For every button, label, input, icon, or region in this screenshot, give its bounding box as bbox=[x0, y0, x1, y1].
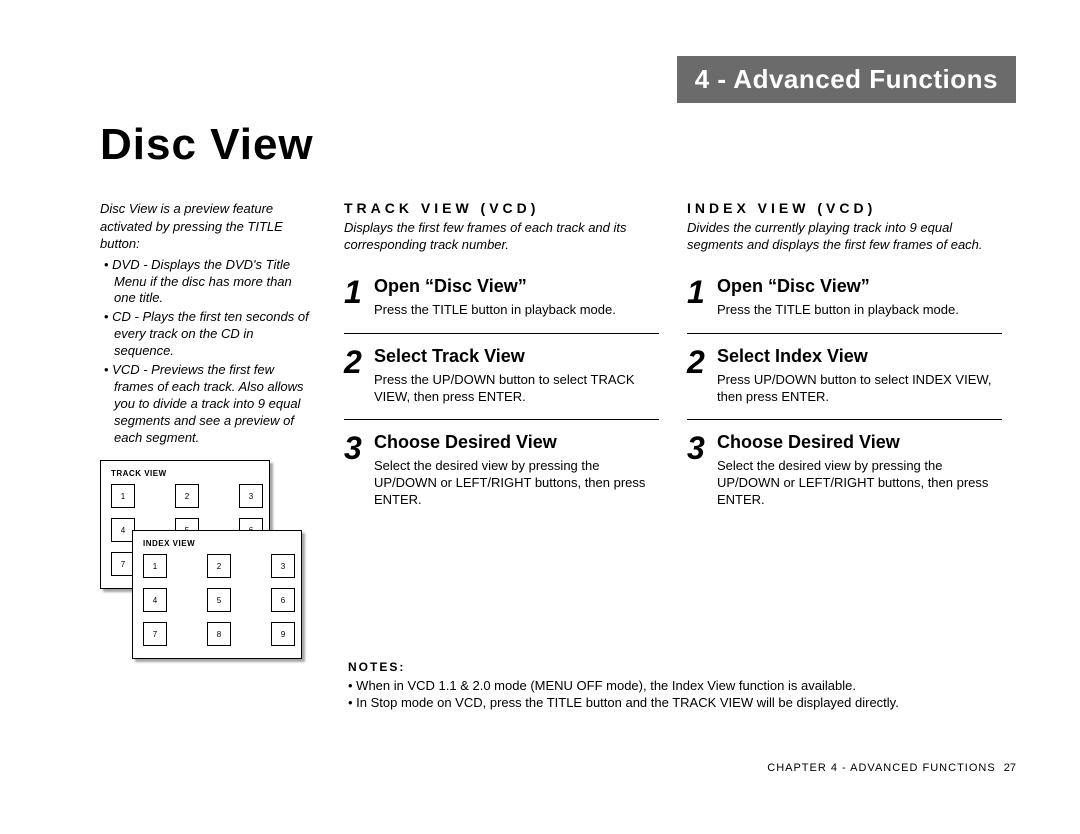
intro-bullet: VCD - Previews the first few frames of e… bbox=[104, 362, 312, 446]
step-title: Select Track View bbox=[374, 346, 659, 367]
left-column: Disc View is a preview feature activated… bbox=[100, 200, 330, 660]
grid-cell: 4 bbox=[143, 588, 167, 612]
diagram-wrap: TRACK VIEW 1 2 3 4 5 6 7 8 9 INDEX VIEW … bbox=[100, 460, 312, 660]
note-item: In Stop mode on VCD, press the TITLE but… bbox=[348, 695, 1016, 712]
grid-cell: 1 bbox=[111, 484, 135, 508]
step: 1 Open “Disc View” Press the TITLE butto… bbox=[344, 276, 659, 334]
track-view-column: TRACK VIEW (VCD) Displays the first few … bbox=[330, 200, 673, 660]
track-view-header: TRACK VIEW (VCD) bbox=[344, 200, 659, 216]
index-view-header: INDEX VIEW (VCD) bbox=[687, 200, 1002, 216]
step: 1 Open “Disc View” Press the TITLE butto… bbox=[687, 276, 1002, 334]
page-number: 27 bbox=[1004, 762, 1016, 774]
diagram-label-track: TRACK VIEW bbox=[111, 469, 259, 478]
notes-header: NOTES: bbox=[348, 660, 1016, 674]
step: 3 Choose Desired View Select the desired… bbox=[344, 432, 659, 509]
index-view-column: INDEX VIEW (VCD) Divides the currently p… bbox=[673, 200, 1016, 660]
intro-text: Disc View is a preview feature activated… bbox=[100, 200, 312, 253]
step-title: Select Index View bbox=[717, 346, 1002, 367]
step-title: Open “Disc View” bbox=[374, 276, 659, 297]
grid-cell: 1 bbox=[143, 554, 167, 578]
grid-cell: 5 bbox=[207, 588, 231, 612]
grid-cell: 9 bbox=[271, 622, 295, 646]
step-text: Select the desired view by pressing the … bbox=[717, 458, 1002, 509]
step-text: Press the TITLE button in playback mode. bbox=[374, 302, 659, 319]
step-text: Press UP/DOWN button to select INDEX VIE… bbox=[717, 372, 1002, 406]
diagram-label-index: INDEX VIEW bbox=[143, 539, 291, 548]
notes-list: When in VCD 1.1 & 2.0 mode (MENU OFF mod… bbox=[348, 678, 1016, 712]
page-title: Disc View bbox=[100, 120, 314, 170]
step-number: 1 bbox=[344, 276, 374, 308]
notes-block: NOTES: When in VCD 1.1 & 2.0 mode (MENU … bbox=[348, 660, 1016, 712]
grid-cell: 2 bbox=[207, 554, 231, 578]
step-number: 2 bbox=[687, 346, 717, 378]
step-text: Press the TITLE button in playback mode. bbox=[717, 302, 1002, 319]
step-title: Choose Desired View bbox=[717, 432, 1002, 453]
index-view-desc: Divides the currently playing track into… bbox=[687, 220, 1002, 254]
track-view-desc: Displays the first few frames of each tr… bbox=[344, 220, 659, 254]
step-text: Select the desired view by pressing the … bbox=[374, 458, 659, 509]
note-item: When in VCD 1.1 & 2.0 mode (MENU OFF mod… bbox=[348, 678, 1016, 695]
step-number: 3 bbox=[344, 432, 374, 464]
step: 3 Choose Desired View Select the desired… bbox=[687, 432, 1002, 509]
grid-cell: 3 bbox=[271, 554, 295, 578]
grid-cell: 7 bbox=[143, 622, 167, 646]
index-view-diagram: INDEX VIEW 1 2 3 4 5 6 7 8 9 bbox=[132, 530, 302, 659]
intro-bullet: CD - Plays the first ten seconds of ever… bbox=[104, 309, 312, 360]
intro-bullet: DVD - Displays the DVD's Title Menu if t… bbox=[104, 257, 312, 308]
step-number: 1 bbox=[687, 276, 717, 308]
step-number: 2 bbox=[344, 346, 374, 378]
step-number: 3 bbox=[687, 432, 717, 464]
chapter-banner: 4 - Advanced Functions bbox=[677, 56, 1016, 103]
grid-cell: 6 bbox=[271, 588, 295, 612]
grid-cell: 8 bbox=[207, 622, 231, 646]
step: 2 Select Track View Press the UP/DOWN bu… bbox=[344, 346, 659, 421]
step-text: Press the UP/DOWN button to select TRACK… bbox=[374, 372, 659, 406]
step-title: Choose Desired View bbox=[374, 432, 659, 453]
footer-text: CHAPTER 4 - ADVANCED FUNCTIONS bbox=[767, 762, 995, 774]
intro-bullets: DVD - Displays the DVD's Title Menu if t… bbox=[100, 257, 312, 447]
grid-cell: 2 bbox=[175, 484, 199, 508]
grid-cell: 3 bbox=[239, 484, 263, 508]
content-area: Disc View is a preview feature activated… bbox=[100, 200, 1016, 660]
step-title: Open “Disc View” bbox=[717, 276, 1002, 297]
page-footer: CHAPTER 4 - ADVANCED FUNCTIONS 27 bbox=[767, 762, 1016, 774]
step: 2 Select Index View Press UP/DOWN button… bbox=[687, 346, 1002, 421]
